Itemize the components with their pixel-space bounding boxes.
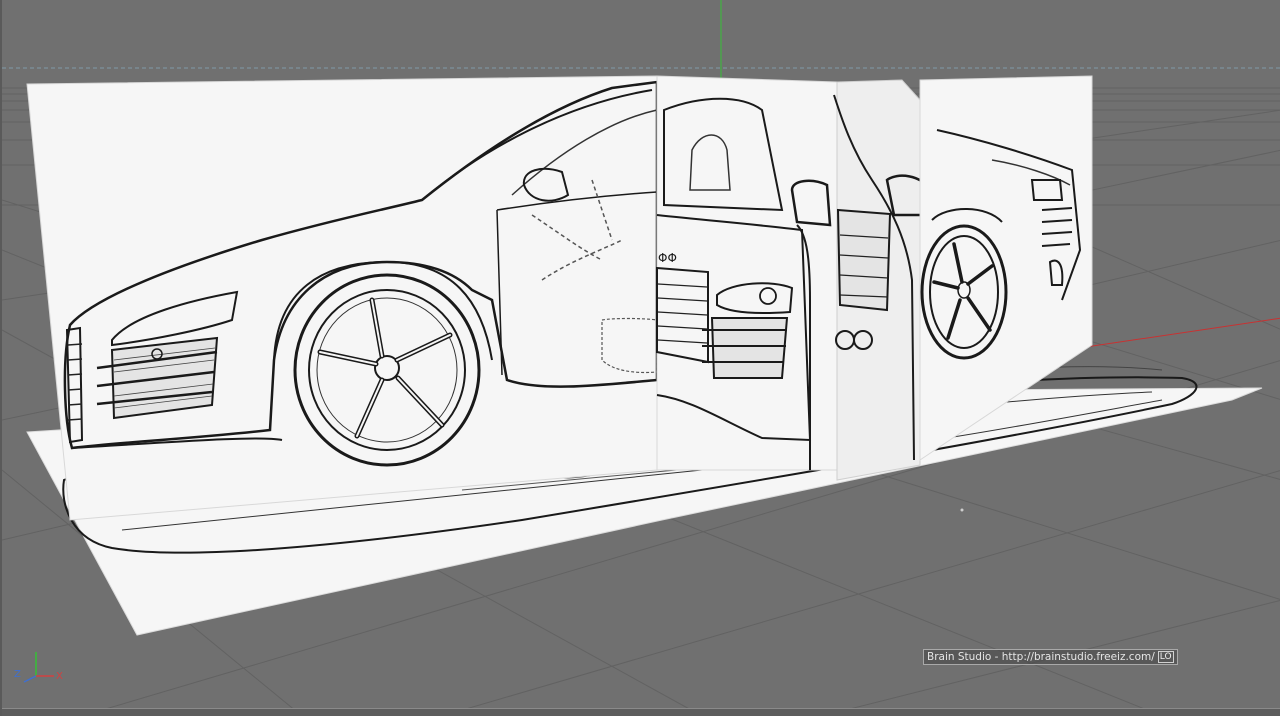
watermark-credit: Brain Studio - http://brainstudio.freeiz… [923,649,1178,665]
lod-badge: LO [1157,651,1174,663]
3d-viewport[interactable]: ΦΦ Z X Brain Studio - http://brainstudio… [0,0,1280,716]
svg-text:ΦΦ: ΦΦ [658,251,677,265]
cursor-marker [960,508,964,512]
watermark-text: Brain Studio - http://brainstudio.freeiz… [927,651,1155,663]
front-view-blueprint-plane[interactable]: ΦΦ [656,75,932,481]
axis-gizmo-lines [23,652,54,683]
z-axis-label: Z [14,669,21,680]
viewport-bottom-bar [2,708,1280,716]
x-axis-label: X [56,671,63,682]
axis-gizmo: Z X [10,648,70,688]
viewport-scene: ΦΦ [2,0,1280,716]
side-view-blueprint-plane[interactable] [26,75,659,521]
